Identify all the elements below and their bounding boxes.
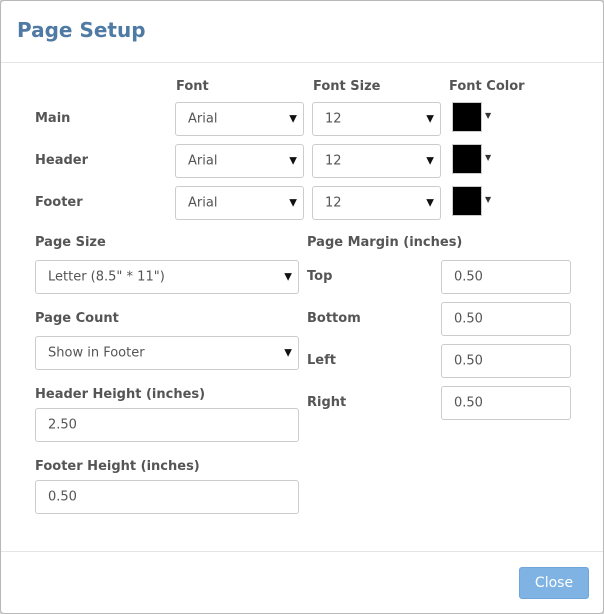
margin-bottom-value: 0.50 — [454, 311, 483, 327]
margin-bottom-input[interactable]: 0.50 — [441, 302, 571, 336]
footer-height-label: Footer Height (inches) — [35, 459, 200, 474]
margin-right-value: 0.50 — [454, 395, 483, 411]
footer-row-label: Footer — [35, 195, 83, 210]
margin-left-input[interactable]: 0.50 — [441, 344, 571, 378]
font-column-header: Font — [176, 79, 209, 94]
margin-right-input[interactable]: 0.50 — [441, 386, 571, 420]
dropdown-caret-icon: ▼ — [289, 113, 297, 125]
page-count-select[interactable]: Show in Footer ▼ — [35, 336, 299, 370]
header-font-size-value: 12 — [325, 153, 342, 169]
margin-top-input[interactable]: 0.50 — [441, 260, 571, 294]
dialog-footer-divider — [1, 551, 603, 552]
header-font-color-swatch[interactable] — [452, 144, 482, 174]
margin-left-value: 0.50 — [454, 353, 483, 369]
main-row-label: Main — [35, 111, 71, 126]
footer-font-select[interactable]: Arial ▼ — [175, 186, 304, 220]
header-height-input[interactable]: 2.50 — [35, 408, 299, 442]
header-height-label: Header Height (inches) — [35, 387, 206, 402]
margin-top-label: Top — [307, 269, 333, 284]
margin-right-label: Right — [307, 395, 347, 410]
page-margin-label: Page Margin (inches) — [307, 235, 463, 250]
color-dropdown-caret-icon[interactable]: ▼ — [485, 111, 491, 120]
dropdown-caret-icon: ▼ — [289, 155, 297, 167]
header-font-value: Arial — [188, 153, 218, 169]
main-font-size-value: 12 — [325, 111, 342, 127]
close-button[interactable]: Close — [519, 567, 589, 599]
header-row-label: Header — [35, 153, 89, 168]
dropdown-caret-icon: ▼ — [426, 113, 434, 125]
dropdown-caret-icon: ▼ — [284, 271, 292, 283]
header-font-select[interactable]: Arial ▼ — [175, 144, 304, 178]
dropdown-caret-icon: ▼ — [426, 197, 434, 209]
footer-font-color-swatch[interactable] — [452, 186, 482, 216]
page-setup-dialog: Page Setup Font Font Size Font Color Mai… — [0, 0, 604, 614]
main-font-select[interactable]: Arial ▼ — [175, 102, 304, 136]
footer-height-input[interactable]: 0.50 — [35, 480, 299, 514]
font-size-column-header: Font Size — [313, 79, 381, 94]
main-font-color-swatch[interactable] — [452, 102, 482, 132]
dropdown-caret-icon: ▼ — [289, 197, 297, 209]
page-size-label: Page Size — [35, 235, 106, 250]
color-dropdown-caret-icon[interactable]: ▼ — [485, 195, 491, 204]
dropdown-caret-icon: ▼ — [426, 155, 434, 167]
footer-font-value: Arial — [188, 195, 218, 211]
footer-font-size-value: 12 — [325, 195, 342, 211]
dropdown-caret-icon: ▼ — [284, 347, 292, 359]
footer-height-value: 0.50 — [48, 489, 77, 505]
dialog-title: Page Setup — [17, 18, 146, 42]
margin-top-value: 0.50 — [454, 269, 483, 285]
header-font-size-select[interactable]: 12 ▼ — [312, 144, 441, 178]
page-size-select[interactable]: Letter (8.5" * 11") ▼ — [35, 260, 299, 294]
page-size-value: Letter (8.5" * 11") — [48, 269, 165, 285]
margin-left-label: Left — [307, 353, 336, 368]
header-height-value: 2.50 — [48, 417, 77, 433]
color-dropdown-caret-icon[interactable]: ▼ — [485, 153, 491, 162]
page-count-value: Show in Footer — [48, 345, 145, 361]
page-count-label: Page Count — [35, 311, 119, 326]
main-font-value: Arial — [188, 111, 218, 127]
dialog-header: Page Setup — [1, 1, 603, 63]
margin-bottom-label: Bottom — [307, 311, 361, 326]
font-color-column-header: Font Color — [449, 79, 525, 94]
main-font-size-select[interactable]: 12 ▼ — [312, 102, 441, 136]
footer-font-size-select[interactable]: 12 ▼ — [312, 186, 441, 220]
